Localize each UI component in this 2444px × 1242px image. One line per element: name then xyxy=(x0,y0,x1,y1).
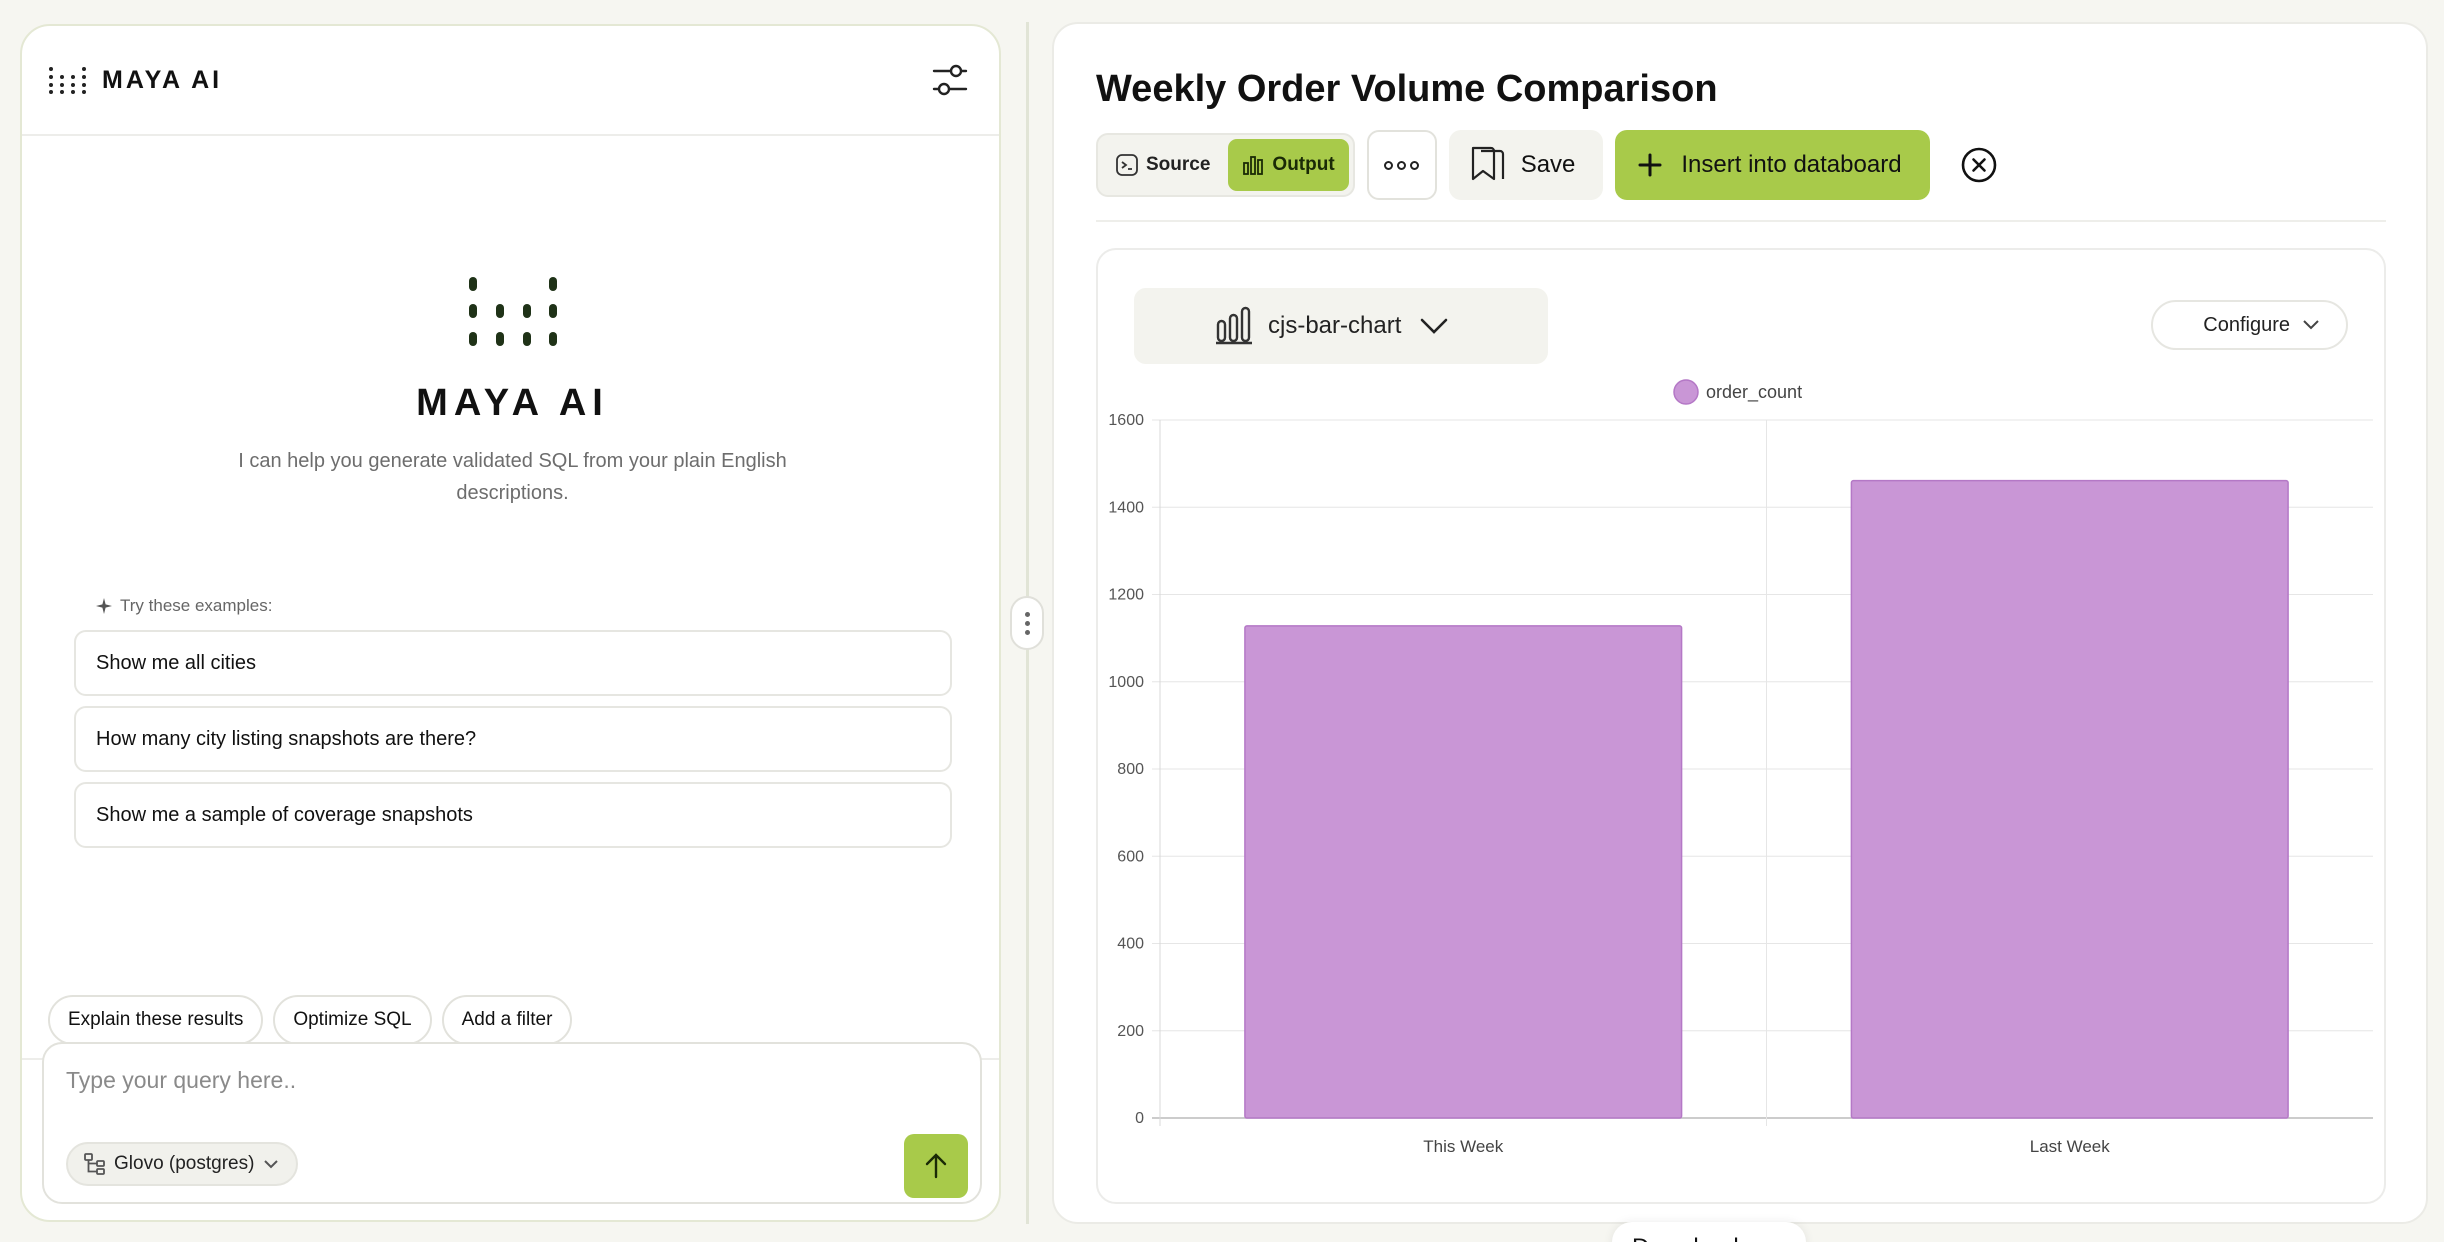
y-tick-label: 400 xyxy=(1117,936,1144,953)
close-panel-button[interactable] xyxy=(1960,146,1998,184)
y-tick-label: 0 xyxy=(1135,1110,1144,1127)
add-filter-chip[interactable]: Add a filter xyxy=(441,995,573,1045)
query-input[interactable] xyxy=(66,1060,946,1100)
chevron-down-icon xyxy=(2303,320,2319,330)
toolbar-divider xyxy=(1096,220,2386,222)
bar-chart-icon xyxy=(1243,156,1264,175)
explain-results-chip[interactable]: Explain these results xyxy=(48,995,264,1045)
welcome-hero: MAYA AI I can help you generate validate… xyxy=(22,276,999,509)
y-tick-label: 1600 xyxy=(1108,412,1144,429)
y-tick-label: 200 xyxy=(1117,1023,1144,1040)
tab-output[interactable]: Output xyxy=(1228,139,1349,191)
configure-label: Configure xyxy=(2203,313,2290,336)
x-tick-label: Last Week xyxy=(2030,1137,2111,1156)
terminal-icon xyxy=(1116,154,1138,176)
chevron-down-icon xyxy=(1421,318,1448,334)
database-name: Glovo (postgres) xyxy=(114,1153,255,1174)
tab-source[interactable]: Source xyxy=(1102,139,1224,191)
bar-last-week xyxy=(1850,479,2289,1119)
database-selector[interactable]: Glovo (postgres) xyxy=(66,1142,299,1186)
sliders-icon xyxy=(932,64,968,96)
tab-source-label: Source xyxy=(1146,154,1211,175)
suggestion-chips: Explain these results Optimize SQL Add a… xyxy=(48,995,573,1045)
database-schema-icon xyxy=(84,1153,105,1175)
hero-description: I can help you generate validated SQL fr… xyxy=(238,450,787,504)
more-dots-icon xyxy=(1384,160,1394,170)
settings-sliders-button[interactable] xyxy=(927,57,973,103)
optimize-sql-chip[interactable]: Optimize SQL xyxy=(273,995,432,1045)
examples-section: Try these examples: Show me all cities H… xyxy=(74,596,952,858)
examples-label: Try these examples: xyxy=(96,596,952,616)
download-button-partial[interactable]: Download xyxy=(1612,1222,1806,1242)
example-prompt-cities[interactable]: Show me all cities xyxy=(74,630,952,696)
close-circle-icon xyxy=(1961,147,1996,183)
panel-resize-handle[interactable] xyxy=(1010,596,1044,650)
chart-type-selector[interactable]: cjs-bar-chart xyxy=(1134,288,1548,364)
example-prompt-coverage-snapshots[interactable]: Show me a sample of coverage snapshots xyxy=(74,782,952,848)
plus-icon xyxy=(1638,153,1662,177)
tab-output-label: Output xyxy=(1272,154,1335,175)
y-tick-label: 1000 xyxy=(1108,674,1144,691)
arrow-up-icon xyxy=(925,1153,947,1179)
maya-logo-large-icon xyxy=(468,277,557,346)
result-title: Weekly Order Volume Comparison xyxy=(1096,68,1718,110)
configure-button[interactable]: Configure xyxy=(2151,300,2348,350)
bar-chart: 0 200 400 600 800 1000 1200 1400 1600 This Week La… xyxy=(1108,379,2373,1156)
insert-into-databoard-button[interactable]: Insert into databoard xyxy=(1615,130,1930,200)
bar-this-week xyxy=(1244,625,1683,1119)
brand-name: MAYA AI xyxy=(102,65,223,94)
insert-label: Insert into databoard xyxy=(1681,151,1902,178)
legend-label: order_count xyxy=(1706,382,1802,403)
x-tick-label: This Week xyxy=(1423,1137,1503,1156)
bookmark-copy-icon xyxy=(1471,146,1504,181)
send-button[interactable] xyxy=(904,1134,968,1198)
legend-swatch xyxy=(1673,379,1699,405)
chat-header: MAYA AI xyxy=(22,26,999,136)
hero-title: MAYA AI xyxy=(416,382,609,424)
examples-label-text: Try these examples: xyxy=(120,596,273,615)
chart-bars-icon xyxy=(1216,306,1252,345)
query-composer: Glovo (postgres) xyxy=(42,1042,982,1204)
brand: MAYA AI xyxy=(48,65,222,95)
y-tick-label: 600 xyxy=(1117,848,1144,865)
example-prompt-listing-snapshots[interactable]: How many city listing snapshots are ther… xyxy=(74,706,952,772)
chart-card: 0 200 400 600 800 1000 1200 1400 1600 This Week La… xyxy=(1096,248,2386,1204)
y-tick-label: 1400 xyxy=(1108,499,1144,516)
y-tick-label: 1200 xyxy=(1108,587,1144,604)
save-label: Save xyxy=(1520,151,1576,178)
chevron-down-icon xyxy=(264,1160,279,1169)
save-button[interactable]: Save xyxy=(1448,130,1604,200)
more-options-button[interactable] xyxy=(1366,130,1437,200)
result-panel: Weekly Order Volume Comparison Source Ou… xyxy=(1052,22,2428,1224)
result-toolbar: Source Output Save Insert into databoard xyxy=(1096,130,1998,200)
sparkle-icon xyxy=(96,598,112,614)
maya-logo-icon xyxy=(49,67,86,94)
chat-panel: MAYA AI MAYA AI I can help you generate … xyxy=(20,24,1001,1222)
chart-type-label: cjs-bar-chart xyxy=(1268,312,1402,339)
y-tick-label: 800 xyxy=(1117,761,1144,778)
view-toggle: Source Output xyxy=(1096,133,1355,197)
